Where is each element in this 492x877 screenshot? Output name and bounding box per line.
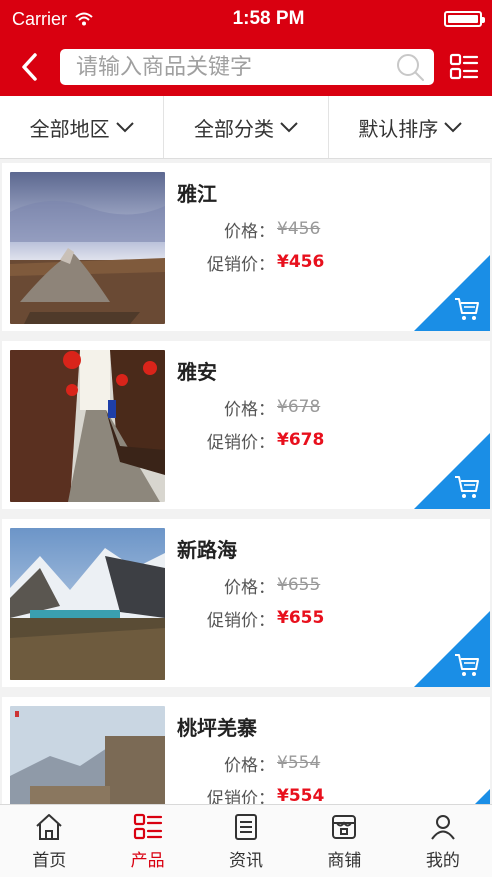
search-input[interactable]	[74, 53, 394, 81]
status-left: Carrier	[12, 9, 93, 30]
news-icon	[235, 813, 258, 840]
tab-store[interactable]: 商铺	[295, 805, 393, 877]
promo-price-label: 促销价：	[207, 254, 275, 275]
promo-price: ¥655	[277, 608, 325, 628]
cart-icon[interactable]	[454, 297, 480, 321]
home-icon	[36, 813, 62, 840]
list-menu-icon	[449, 53, 479, 80]
tab-mine[interactable]: 我的	[394, 805, 492, 877]
product-name: 新路海	[177, 538, 237, 562]
product-item[interactable]: 雅安 价格： ¥678 促销价： ¥678	[2, 341, 490, 509]
top-header: Carrier 1:58 PM	[0, 0, 492, 96]
wifi-icon	[75, 12, 93, 26]
filter-sort[interactable]: 默认排序	[329, 96, 492, 158]
filter-region-label: 全部地区	[29, 116, 110, 141]
price-row: 价格： ¥655	[177, 572, 482, 598]
chevron-down-icon	[115, 122, 134, 133]
store-icon	[332, 814, 357, 839]
product-name: 桃坪羌寨	[177, 716, 257, 740]
battery-icon	[443, 11, 485, 27]
tab-store-label: 商铺	[327, 850, 362, 871]
status-time: 1:58 PM	[232, 8, 305, 29]
promo-price-label: 促销价：	[207, 610, 275, 631]
price-row: 价格： ¥554	[177, 750, 482, 776]
promo-price-label: 促销价：	[207, 788, 275, 806]
filter-bar: 全部地区 全部分类 默认排序	[0, 96, 492, 159]
search-bar	[0, 38, 492, 96]
tab-products-label: 产品	[130, 850, 165, 871]
user-icon	[431, 814, 455, 840]
original-price: ¥456	[277, 219, 321, 239]
tab-products[interactable]: 产品	[98, 805, 196, 877]
chevron-down-icon	[280, 122, 298, 133]
cart-icon[interactable]	[454, 475, 480, 499]
list-menu-button[interactable]	[446, 49, 482, 85]
product-image-stone-village[interactable]	[10, 706, 165, 805]
promo-price-label: 促销价：	[207, 432, 275, 453]
promo-price: ¥456	[277, 252, 325, 272]
product-image-snow-lake[interactable]	[10, 528, 165, 680]
search-icon[interactable]	[394, 51, 426, 83]
price-label: 价格：	[224, 221, 275, 242]
tab-news[interactable]: 资讯	[197, 805, 295, 877]
product-name: 雅江	[177, 182, 217, 206]
tab-home[interactable]: 首页	[0, 805, 98, 877]
add-to-cart-button[interactable]	[414, 789, 490, 805]
product-name: 雅安	[177, 360, 217, 384]
tab-news-label: 资讯	[229, 850, 264, 871]
price-label: 价格：	[224, 577, 275, 598]
tab-mine-label: 我的	[425, 850, 460, 871]
product-item[interactable]: 新路海 价格： ¥655 促销价： ¥655	[2, 519, 490, 687]
product-list: 雅江 价格： ¥456 促销价： ¥456 雅安 价格： ¥678 促销价： ¥…	[0, 163, 492, 805]
carrier-label: Carrier	[12, 8, 68, 29]
cart-icon[interactable]	[454, 653, 480, 677]
back-button[interactable]	[10, 47, 50, 87]
price-label: 价格：	[224, 399, 275, 420]
product-list-icon	[133, 813, 162, 839]
product-item[interactable]: 桃坪羌寨 价格： ¥554 促销价： ¥554	[2, 697, 490, 805]
promo-price: ¥554	[277, 786, 325, 805]
price-label: 价格：	[224, 755, 275, 776]
filter-category[interactable]: 全部分类	[164, 96, 329, 158]
bottom-tab-bar: 首页 产品 资讯 商铺 我的	[0, 804, 492, 877]
original-price: ¥655	[277, 575, 321, 595]
tab-home-label: 首页	[32, 850, 67, 871]
product-image-mountain-cairn[interactable]	[10, 172, 165, 324]
app-screen: Carrier 1:58 PM 请输入商品关键字 全部地区 全部分类 默认排序 …	[0, 0, 492, 877]
original-price: ¥678	[277, 397, 321, 417]
chevron-left-icon	[22, 53, 37, 81]
filter-sort-label: 默认排序	[358, 116, 439, 141]
price-row: 价格： ¥456	[177, 216, 482, 242]
product-item[interactable]: 雅江 价格： ¥456 促销价： ¥456	[2, 163, 490, 331]
product-image-old-street[interactable]	[10, 350, 165, 502]
search-box[interactable]	[60, 49, 434, 85]
promo-price: ¥678	[277, 430, 325, 450]
original-price: ¥554	[277, 753, 321, 773]
filter-region[interactable]: 全部地区	[0, 96, 165, 158]
chevron-down-icon	[444, 122, 463, 133]
filter-category-label: 全部分类	[193, 116, 274, 141]
price-row: 价格： ¥678	[177, 394, 482, 420]
status-bar: Carrier 1:58 PM	[0, 0, 492, 38]
